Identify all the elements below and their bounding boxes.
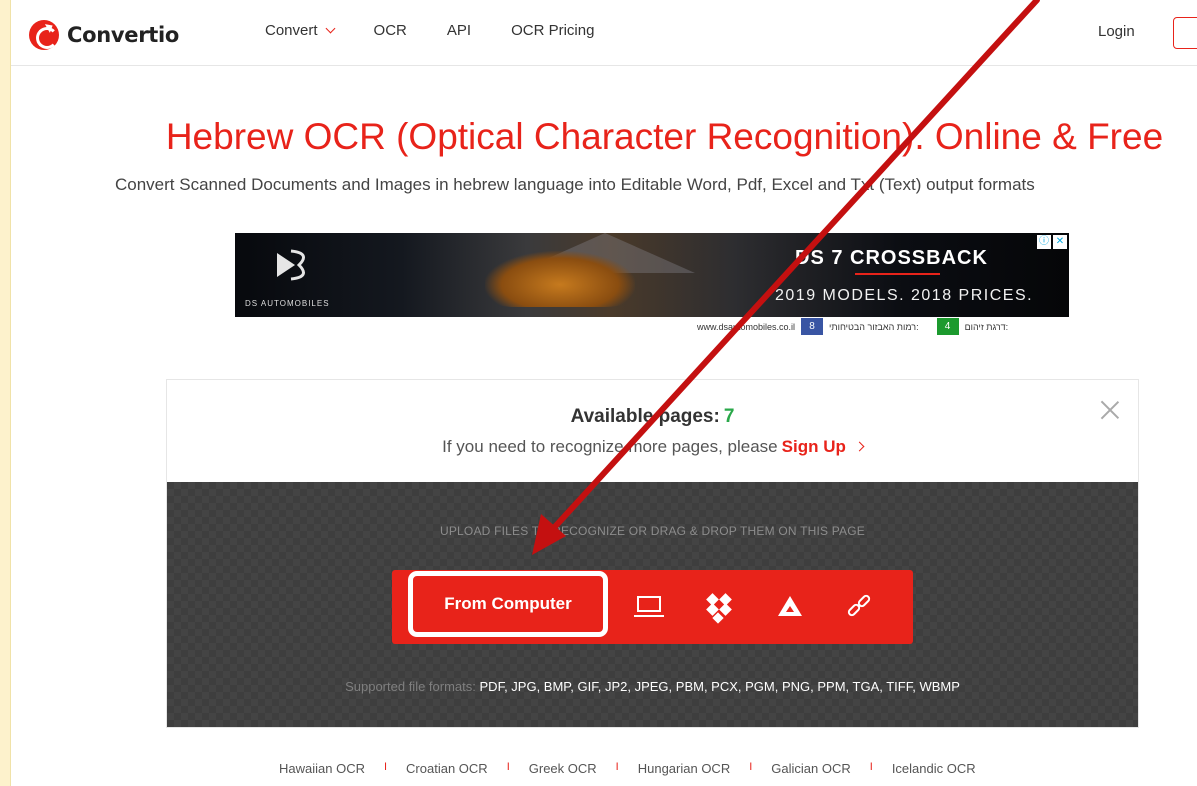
signup-prompt: If you need to recognize more pages, ple… — [167, 437, 1138, 457]
url-link-icon[interactable] — [845, 592, 875, 622]
main-nav: Convert OCR API OCR Pricing — [265, 22, 634, 39]
ad-url[interactable]: www.dsautomobiles.co.il — [697, 322, 795, 332]
lang-link-hawaiian[interactable]: Hawaiian OCR — [279, 761, 365, 776]
nav-convert-label: Convert — [265, 22, 318, 39]
laptop-icon[interactable] — [634, 592, 664, 622]
separator: I — [869, 761, 873, 773]
drop-zone-label: UPLOAD FILES TO RECOGNIZE OR DRAG & DROP… — [439, 524, 865, 538]
dropbox-icon[interactable] — [704, 592, 734, 624]
lang-link-hungarian[interactable]: Hungarian OCR — [638, 761, 731, 776]
available-pages: Available pages: 7 — [167, 406, 1138, 428]
lang-link-croatian[interactable]: Croatian OCR — [406, 761, 488, 776]
safety-label: רמות האבזור הבטיחותי: — [829, 321, 919, 332]
separator: I — [383, 761, 388, 773]
ad-close-icon[interactable]: ✕ — [1053, 235, 1067, 249]
convertio-logo-icon — [29, 20, 59, 50]
close-icon[interactable] — [1100, 400, 1120, 420]
nav-ocr-pricing[interactable]: OCR Pricing — [511, 22, 594, 39]
ad-disclaimer: www.dsautomobiles.co.il 8 רמות האבזור הב… — [697, 318, 1008, 335]
login-link[interactable]: Login — [1098, 23, 1135, 40]
adchoices[interactable]: ⓘ ✕ — [1035, 235, 1067, 249]
lang-link-icelandic[interactable]: Icelandic OCR — [892, 761, 976, 776]
ds-logo-icon — [277, 249, 305, 281]
nav-convert[interactable]: Convert — [265, 22, 335, 39]
ad-brand: DS AUTOMOBILES — [245, 299, 330, 308]
page-subtitle: Convert Scanned Documents and Images in … — [115, 175, 1035, 194]
lang-link-galician[interactable]: Galician OCR — [771, 761, 850, 776]
available-pages-label: Available pages: — [570, 406, 720, 427]
lang-link-greek[interactable]: Greek OCR — [529, 761, 597, 776]
language-links: Hawaiian OCR I Croatian OCR I Greek OCR I H… — [279, 761, 976, 776]
top-header: Convertio Convert OCR API OCR Pricing Lo… — [11, 0, 1197, 66]
adchoices-info-icon[interactable]: ⓘ — [1037, 235, 1051, 249]
signup-button[interactable] — [1173, 17, 1197, 49]
ad-divider — [855, 273, 940, 275]
signup-prompt-text: If you need to recognize more pages, ple… — [442, 437, 778, 456]
available-pages-count: 7 — [723, 406, 735, 427]
from-computer-button[interactable]: From Computer — [408, 571, 608, 637]
logo-text: Convertio — [67, 23, 180, 47]
google-drive-icon[interactable] — [776, 592, 806, 622]
chevron-down-icon — [325, 23, 335, 34]
drop-zone[interactable]: UPLOAD FILES TO RECOGNIZE OR DRAG & DROP… — [167, 482, 1138, 727]
upload-card: Available pages: 7 If you need to recogni… — [166, 379, 1139, 728]
supported-formats: Supported file formats: PDF, JPG, BMP, G… — [167, 679, 1138, 694]
separator: I — [506, 761, 510, 773]
car-image — [485, 251, 635, 307]
nav-api[interactable]: API — [447, 22, 471, 39]
separator: I — [749, 761, 753, 773]
formats-list: PDF, JPG, BMP, GIF, JP2, JPEG, PBM, PCX,… — [479, 679, 960, 694]
page-title: Hebrew OCR (Optical Character Recognitio… — [165, 116, 1164, 157]
chevron-right-icon — [854, 441, 865, 452]
nav-ocr[interactable]: OCR — [374, 22, 407, 39]
upload-source-bar: From Computer — [392, 570, 913, 644]
pollution-badge: 4 — [936, 318, 959, 335]
formats-label: Supported file formats: — [345, 679, 476, 694]
safety-badge: 8 — [801, 318, 824, 335]
separator: I — [615, 761, 619, 773]
pages-info: Available pages: 7 If you need to recogni… — [167, 380, 1138, 482]
ad-subline: 2019 MODELS. 2018 PRICES. — [775, 287, 1034, 304]
signup-link[interactable]: Sign Up — [782, 437, 846, 456]
page: Convertio Convert OCR API OCR Pricing Lo… — [10, 0, 1197, 786]
convertio-logo[interactable]: Convertio — [29, 20, 179, 50]
ad-banner[interactable]: DS AUTOMOBILES DS 7 CROSSBACK 2019 MODEL… — [235, 233, 1069, 317]
ad-headline: DS 7 CROSSBACK — [795, 247, 988, 269]
pollution-label: דרגת זיהום: — [964, 321, 1009, 332]
